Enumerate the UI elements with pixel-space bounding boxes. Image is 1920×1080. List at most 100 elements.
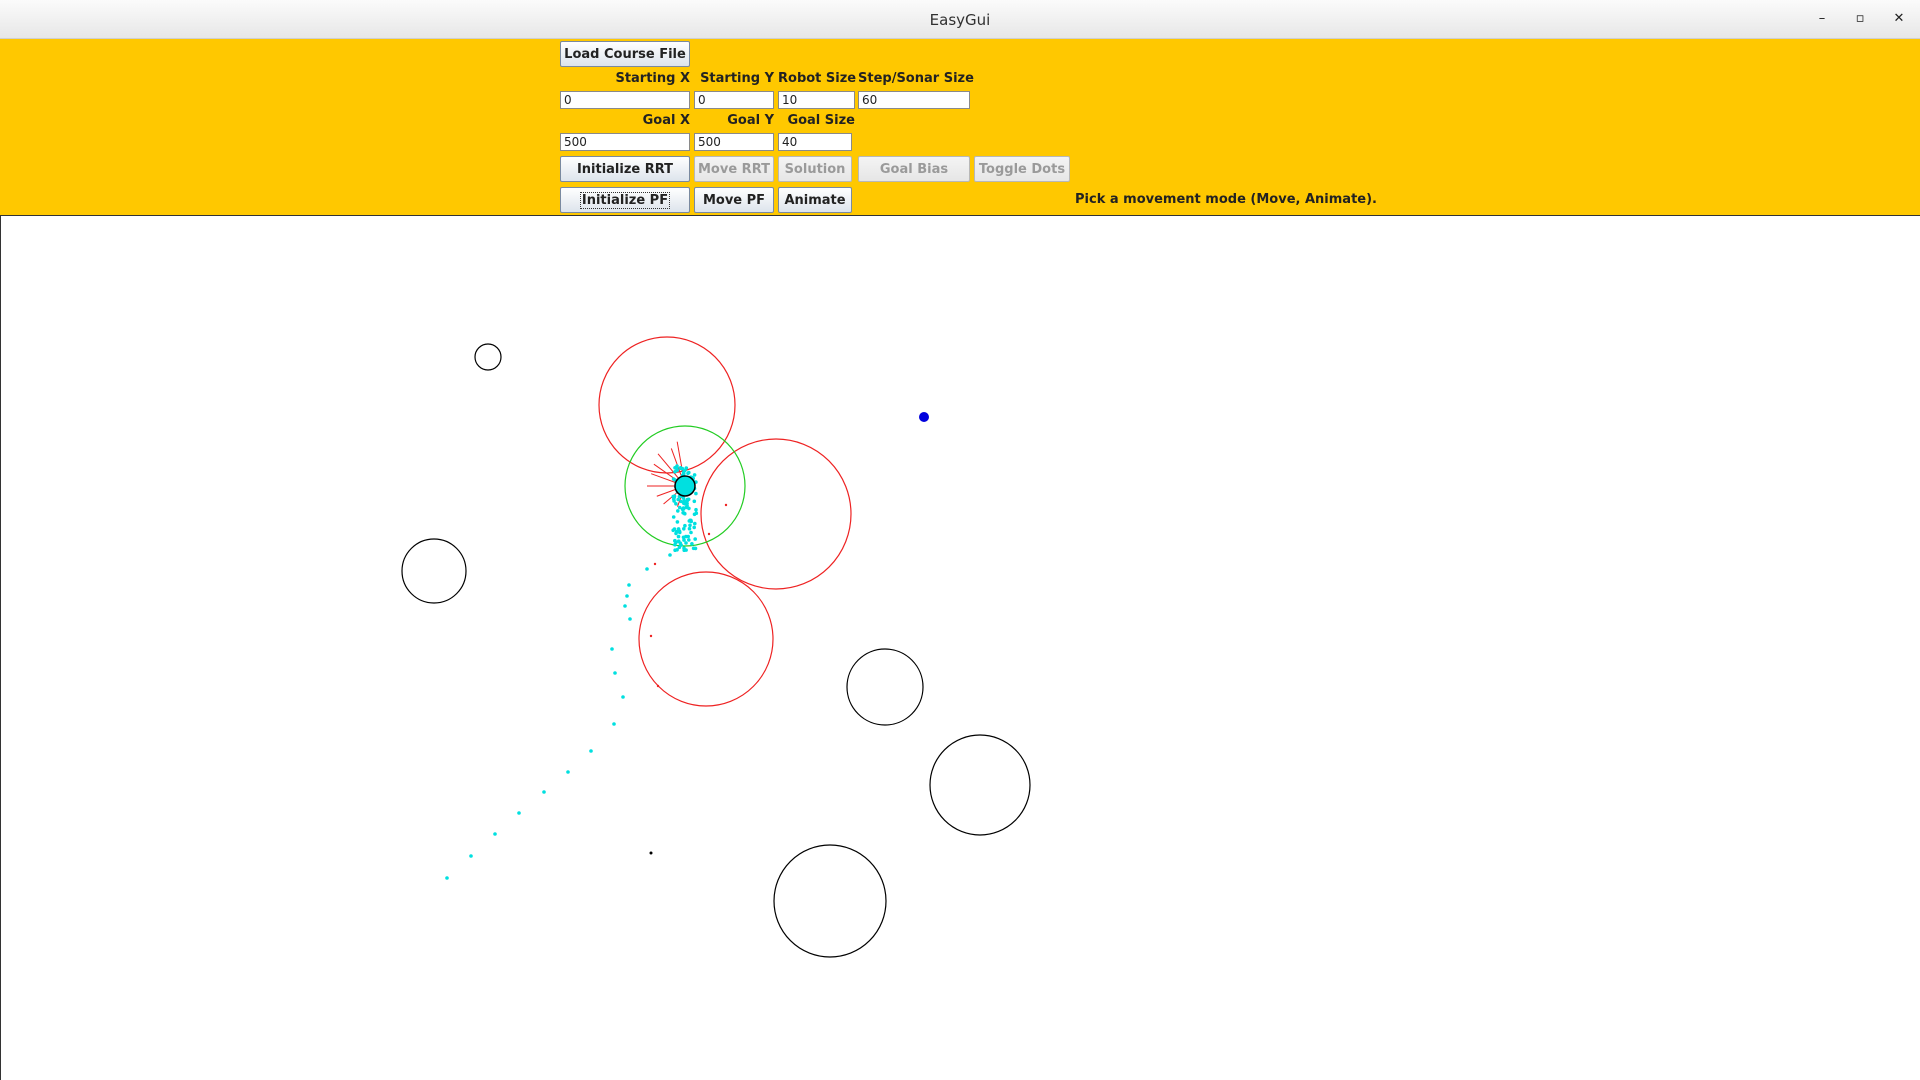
goal-x-label: Goal X	[642, 113, 690, 128]
goal-bias-label: Goal Bias	[879, 161, 949, 177]
goal-y-field[interactable]	[694, 133, 774, 151]
particle-dot	[688, 523, 692, 528]
particle-dot	[676, 527, 681, 531]
particle-dot	[589, 749, 593, 753]
particle-dot	[686, 471, 690, 476]
particle-dot	[683, 501, 687, 506]
sensed-point	[724, 503, 728, 507]
obstacle-circle	[773, 844, 887, 958]
load-course-file-label: Load Course File	[564, 46, 686, 62]
course-canvas[interactable]	[0, 216, 1920, 1080]
particle-dot	[682, 527, 686, 531]
maximize-icon[interactable]: ▫	[1848, 8, 1872, 30]
robot-size-field[interactable]	[778, 91, 855, 109]
particle-dot	[566, 770, 570, 774]
initialize-rrt-label: Initialize RRT	[576, 161, 674, 177]
particle-dot	[680, 507, 685, 512]
toggle-dots-button[interactable]: Toggle Dots	[974, 156, 1070, 182]
window-title: EasyGui	[929, 11, 991, 29]
particle-dot	[469, 854, 473, 858]
initialize-pf-button[interactable]: Initialize PF	[560, 187, 690, 213]
sensed-obstacle-circle	[700, 438, 852, 590]
particle-dot	[493, 832, 497, 836]
particle-dot	[610, 647, 614, 651]
goal-bias-button[interactable]: Goal Bias	[858, 156, 970, 182]
sensed-point	[649, 634, 653, 638]
goal-marker	[919, 412, 929, 422]
robot-size-label: Robot Size	[778, 71, 857, 86]
move-pf-label: Move PF	[702, 192, 766, 208]
particle-dot	[668, 553, 672, 557]
obstacle-circle	[401, 538, 467, 604]
sensed-obstacle-circle	[598, 336, 736, 474]
starting-y-field[interactable]	[694, 91, 774, 109]
particle-dot	[613, 671, 617, 675]
particle-dot	[675, 464, 679, 468]
starting-x-label: Starting X	[615, 71, 690, 86]
particle-dot	[679, 499, 684, 504]
particle-dot	[689, 530, 693, 535]
initialize-rrt-button[interactable]: Initialize RRT	[560, 156, 690, 182]
sensed-point	[653, 562, 657, 566]
particle-dot	[693, 521, 697, 526]
particle-dot	[683, 523, 687, 528]
particle-dot	[674, 540, 678, 545]
particle-dot	[612, 722, 616, 726]
particle-dot	[673, 548, 677, 552]
particle-dot	[674, 531, 678, 536]
particle-dot	[691, 546, 696, 551]
animate-label: Animate	[784, 192, 846, 208]
particle-dot	[678, 541, 683, 545]
robot-marker	[674, 475, 696, 497]
particle-dot	[542, 790, 546, 794]
particle-dot	[645, 567, 649, 571]
particle-dot	[621, 695, 625, 699]
particle-dot	[684, 541, 688, 545]
step-sonar-size-field[interactable]	[858, 91, 970, 109]
particle-dot	[693, 537, 697, 541]
sensed-point	[707, 532, 711, 536]
particle-dot	[517, 811, 521, 815]
particle-dot	[692, 499, 697, 504]
move-rrt-button[interactable]: Move RRT	[694, 156, 774, 182]
goal-size-field[interactable]	[778, 133, 852, 151]
title-bar: EasyGui – ▫ ✕	[0, 0, 1920, 39]
course-drawing	[401, 336, 1031, 958]
particle-dot	[673, 470, 677, 474]
particle-dot	[671, 515, 676, 519]
move-rrt-label: Move RRT	[698, 161, 770, 177]
particle-dot	[682, 548, 686, 552]
load-course-file-button[interactable]: Load Course File	[560, 41, 690, 67]
particle-dot	[681, 470, 686, 475]
particle-dot	[672, 527, 677, 531]
sensed-point	[656, 684, 660, 688]
starting-y-label: Starting Y	[700, 71, 774, 86]
particle-dot	[445, 876, 449, 880]
particle-dot	[672, 497, 676, 501]
step-sonar-size-label: Step/Sonar Size	[858, 71, 974, 86]
animate-button[interactable]: Animate	[778, 187, 852, 213]
particle-dot	[692, 473, 697, 477]
move-pf-button[interactable]: Move PF	[694, 187, 774, 213]
close-icon[interactable]: ✕	[1887, 8, 1911, 30]
solution-button[interactable]: Solution	[778, 156, 852, 182]
particle-dot	[694, 491, 698, 496]
particle-dot	[692, 512, 697, 517]
particle-dot	[686, 534, 690, 539]
goal-size-label: Goal Size	[787, 113, 855, 128]
status-message: Pick a movement mode (Move, Animate).	[1075, 192, 1377, 207]
goal-x-field[interactable]	[560, 133, 690, 151]
obstacle-circle	[474, 343, 502, 371]
toggle-dots-label: Toggle Dots	[978, 161, 1066, 177]
obstacle-circle	[846, 648, 924, 726]
goal-y-label: Goal Y	[727, 113, 774, 128]
minimize-icon[interactable]: –	[1810, 8, 1834, 30]
start-point	[649, 851, 653, 855]
obstacle-circle	[929, 734, 1031, 836]
particle-dot	[685, 497, 690, 502]
particle-dot	[692, 525, 696, 530]
solution-label: Solution	[784, 161, 846, 177]
particle-dot	[627, 583, 631, 587]
starting-x-field[interactable]	[560, 91, 690, 109]
particle-dot	[628, 617, 632, 621]
